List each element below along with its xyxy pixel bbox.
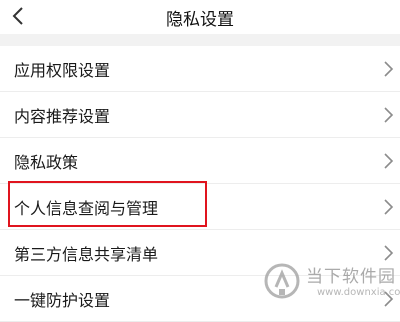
settings-item-label: 内容推荐设置 — [14, 106, 111, 126]
highlight-box — [8, 181, 207, 227]
chevron-right-icon — [384, 198, 394, 215]
settings-item-label: 第三方信息共享清单 — [14, 244, 159, 264]
settings-item-app-permissions[interactable]: 应用权限设置 — [0, 46, 400, 92]
watermark: 当下软件园 www.downxia.com — [262, 259, 400, 307]
watermark-url: www.downxia.com — [317, 287, 400, 298]
chevron-right-icon — [384, 60, 394, 77]
settings-item-label: 一键防护设置 — [14, 290, 111, 310]
page-title: 隐私设置 — [166, 10, 234, 30]
settings-item-label: 隐私政策 — [14, 152, 79, 172]
settings-item-content-recommendation[interactable]: 内容推荐设置 — [0, 92, 400, 138]
chevron-right-icon — [384, 106, 394, 123]
section-gap — [0, 34, 400, 46]
watermark-logo-icon — [264, 263, 300, 299]
watermark-name: 当下软件园 — [306, 267, 396, 287]
settings-item-privacy-policy[interactable]: 隐私政策 — [0, 138, 400, 184]
chevron-right-icon — [384, 152, 394, 169]
top-bar: 隐私设置 — [0, 0, 400, 34]
settings-item-label: 应用权限设置 — [14, 60, 111, 80]
